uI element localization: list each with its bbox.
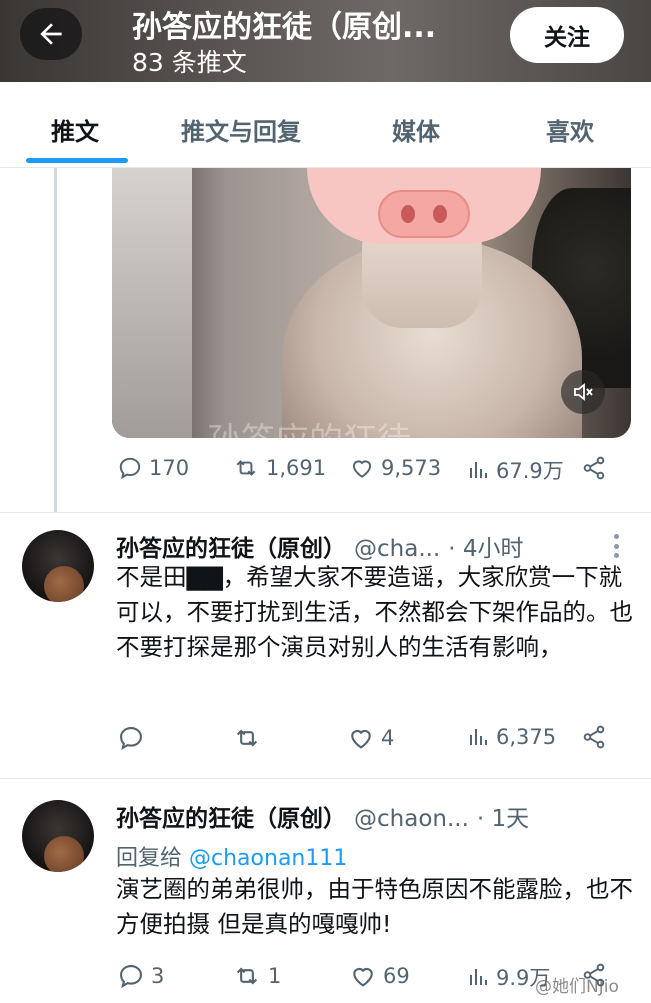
retweet-button[interactable]: 1 [232, 962, 281, 990]
tab-likes[interactable]: 喜欢 [546, 112, 594, 147]
retweet-count: 1 [268, 964, 282, 988]
retweet-count: 1,691 [266, 456, 327, 480]
share-button[interactable] [581, 455, 607, 481]
author-handle[interactable]: @chaon... [354, 806, 469, 832]
views-button[interactable]: 67.9万 [466, 455, 564, 485]
bar-chart-icon [470, 462, 487, 478]
divider [0, 512, 651, 513]
reply-icon [119, 457, 141, 480]
heart-icon [351, 729, 371, 749]
profile-header: 孙答应的狂徒（原创... 83 条推文 关注 [0, 0, 651, 82]
view-count: 67.9万 [496, 459, 564, 483]
volume-mute-icon [574, 383, 593, 401]
reply-context: 回复给 @chaonan111 [116, 840, 347, 872]
retweet-button[interactable] [232, 724, 268, 752]
arrow-left-icon [40, 23, 62, 45]
like-count: 4 [381, 726, 395, 750]
like-count: 69 [383, 964, 410, 988]
pig-face-sticker [307, 168, 541, 244]
tweet-text: 演艺圈的弟弟很帅，由于特色原因不能露脸，也不方便拍摄 但是真的嘎嘎帅! [116, 875, 633, 938]
reply-count: 170 [149, 456, 190, 480]
author-name[interactable]: 孙答应的狂徒（原创） [116, 806, 346, 832]
like-button[interactable]: 4 [347, 724, 394, 752]
reply-count: 3 [151, 964, 165, 988]
tab-tweets-replies[interactable]: 推文与回复 [181, 112, 301, 147]
tweet-time: · 4小时 [448, 536, 524, 562]
reply-button[interactable]: 170 [117, 455, 189, 481]
reply-handle-link[interactable]: @chaonan111 [189, 846, 347, 871]
retweet-button[interactable]: 1,691 [232, 455, 326, 481]
tab-media[interactable]: 媒体 [392, 112, 440, 147]
bar-chart-icon [470, 969, 487, 985]
tab-tweets[interactable]: 推文 [51, 112, 99, 147]
bar-chart-icon [470, 729, 487, 745]
heart-icon [352, 460, 372, 478]
profile-name: 孙答应的狂徒（原创... [132, 10, 437, 45]
author-name[interactable]: 孙答应的狂徒（原创） [116, 536, 346, 562]
retweet-icon [236, 460, 256, 476]
author-handle[interactable]: @cha... [354, 536, 440, 562]
video-watermark: 孙答应的狂徒 [207, 413, 411, 438]
tweet-actions: 4 6,375 [0, 724, 651, 764]
profile-tabs: 推文 推文与回复 媒体 喜欢 [0, 82, 651, 168]
heart-icon [353, 967, 373, 987]
retweet-icon [236, 967, 258, 985]
back-button[interactable] [20, 8, 82, 60]
views-button[interactable]: 6,375 [466, 724, 556, 750]
share-icon [583, 725, 605, 749]
tweet-count: 83 条推文 [132, 48, 247, 77]
active-tab-indicator [26, 158, 128, 163]
background-wall [112, 168, 192, 438]
tweet-video[interactable]: 孙答应的狂徒 [112, 168, 631, 438]
tweet-header: 孙答应的狂徒（原创） @chaon... · 1天 [116, 799, 529, 833]
share-icon [583, 456, 605, 480]
like-button[interactable]: 69 [349, 962, 410, 990]
like-count: 9,573 [381, 456, 442, 480]
image-watermark: @她们NJio [535, 977, 619, 997]
avatar[interactable] [22, 530, 94, 602]
mute-button[interactable] [561, 370, 605, 414]
reply-button[interactable]: 3 [117, 962, 164, 990]
like-button[interactable]: 9,573 [349, 455, 441, 481]
divider [0, 778, 651, 779]
tweet-text: 不是田▇▇，希望大家不要造谣，大家欣赏一下就可以，不要打扰到生活，不然都会下架作… [116, 563, 633, 661]
reply-icon [120, 727, 142, 751]
follow-button[interactable]: 关注 [510, 7, 624, 63]
tweet-time: · 1天 [476, 806, 530, 832]
more-options-icon[interactable] [608, 531, 624, 561]
view-count: 6,375 [496, 725, 557, 749]
reply-prefix: 回复给 [116, 846, 183, 871]
tweet-header: 孙答应的狂徒（原创） @cha... · 4小时 [116, 529, 524, 563]
reply-icon [120, 965, 142, 989]
tweet-actions: 170 1,691 9,573 67.9万 [0, 455, 651, 495]
avatar[interactable] [22, 800, 94, 872]
pig-nose [378, 190, 470, 238]
share-button[interactable] [581, 724, 607, 750]
retweet-icon [236, 729, 258, 747]
reply-button[interactable] [117, 724, 151, 752]
